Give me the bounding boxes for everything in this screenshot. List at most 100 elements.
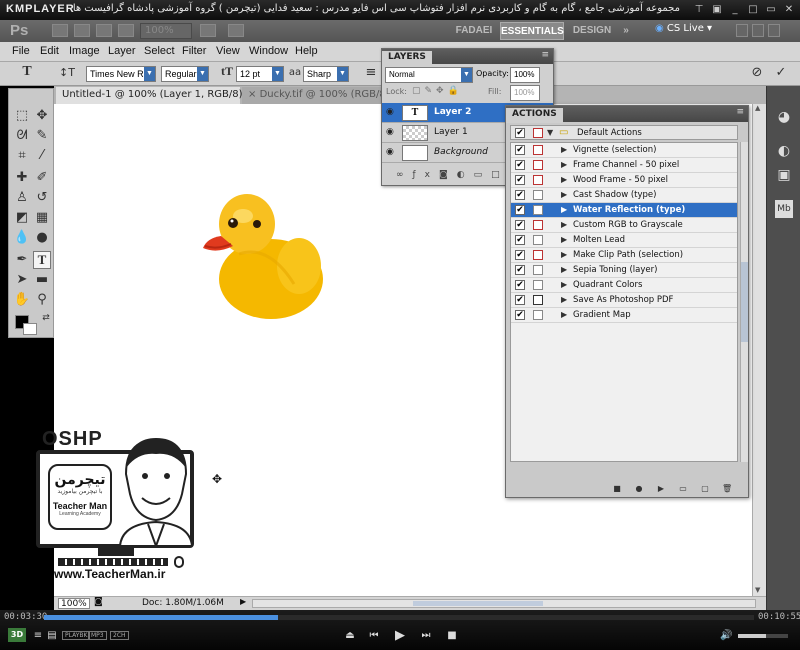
menu-help[interactable]: Help	[295, 45, 318, 57]
pin-icon[interactable]: ⊤	[692, 3, 706, 16]
action-row[interactable]: ✔ ▶ Sepia Toning (layer)	[511, 263, 737, 278]
minibridge-panel-icon[interactable]: Mb	[775, 200, 793, 218]
close-icon[interactable]: ✕	[782, 3, 796, 16]
dialog-toggle-icon[interactable]	[533, 220, 543, 230]
menu-file[interactable]: File	[12, 45, 30, 57]
action-row[interactable]: ✔ ▶ Frame Channel - 50 pixel	[511, 158, 737, 173]
actions-scroll-thumb[interactable]	[741, 262, 748, 342]
dialog-toggle-icon[interactable]	[533, 190, 543, 200]
action-row[interactable]: ✔ ▶ Custom RGB to Grayscale	[511, 218, 737, 233]
eye-icon[interactable]: ◉	[386, 107, 398, 119]
dialog-toggle-icon[interactable]	[533, 128, 543, 138]
tab-untitled-1[interactable]: Untitled-1 @ 100% (Layer 1, RGB/8) * ×	[56, 87, 266, 104]
checkbox-icon[interactable]: ✔	[515, 235, 525, 245]
history-brush-icon[interactable]: ↺	[33, 189, 51, 207]
action-row[interactable]: ✔ ▶ Cast Shadow (type)	[511, 188, 737, 203]
minibridge-icon[interactable]	[74, 24, 90, 37]
dialog-toggle-icon[interactable]	[533, 310, 543, 320]
swap-colors-icon[interactable]: ⇄	[37, 309, 55, 327]
font-size-select[interactable]: 12 pt ▼	[236, 66, 284, 82]
window-option-icon[interactable]: ▣	[710, 3, 724, 16]
checkbox-icon[interactable]: ✔	[515, 160, 525, 170]
type-tool-icon[interactable]: T	[33, 251, 51, 269]
checkbox-icon[interactable]: ✔	[515, 295, 525, 305]
view-extras-icon[interactable]	[96, 24, 112, 37]
layers-tab[interactable]: LAYERS	[382, 51, 432, 66]
action-row[interactable]: ✔ ▶ Save As Photoshop PDF	[511, 293, 737, 308]
action-row[interactable]: ✔ ▶ Quadrant Colors	[511, 278, 737, 293]
checkbox-icon[interactable]: ✔	[515, 265, 525, 275]
menu-edit[interactable]: Edit	[40, 45, 59, 57]
anti-alias-select[interactable]: Sharp ▼	[303, 66, 349, 82]
actions-scrollbar[interactable]	[740, 142, 748, 462]
checkbox-icon[interactable]: ✔	[515, 310, 525, 320]
dialog-toggle-icon[interactable]	[533, 250, 543, 260]
cs-live-menu[interactable]: ◉ CS Live ▾	[655, 23, 712, 34]
chevron-right-icon[interactable]: ▶	[561, 160, 567, 169]
bridge-icon[interactable]	[52, 24, 68, 37]
menu-icon[interactable]: ≡	[32, 630, 44, 642]
dialog-toggle-icon[interactable]	[533, 235, 543, 245]
type-tool-preset-icon[interactable]: T	[18, 64, 36, 82]
chevron-right-icon[interactable]: ▶	[561, 265, 567, 274]
action-row[interactable]: ✔ ▶ Make Clip Path (selection)	[511, 248, 737, 263]
workspace-design[interactable]: DESIGN	[570, 22, 614, 40]
action-row[interactable]: ✔ ▶ Vignette (selection)	[511, 143, 737, 158]
crop-tool-icon[interactable]: ⌗	[13, 147, 31, 165]
font-style-select[interactable]: Regular ▼	[161, 66, 209, 82]
dialog-toggle-icon[interactable]	[533, 280, 543, 290]
minimize-icon[interactable]: _	[728, 3, 742, 16]
checkbox-icon[interactable]: ✔	[515, 205, 525, 215]
checkbox-icon[interactable]: ✔	[515, 220, 525, 230]
chevron-right-icon[interactable]: ▶	[561, 280, 567, 289]
opacity-field[interactable]: 100%	[510, 67, 540, 83]
arrange-documents-icon[interactable]	[200, 24, 216, 37]
dialog-toggle-icon[interactable]	[533, 295, 543, 305]
chevron-right-icon[interactable]: ▶	[561, 190, 567, 199]
shape-tool-icon[interactable]: ▬	[33, 271, 51, 289]
layers-footer-icons[interactable]: ∞ƒx◙◐▭□	[396, 170, 509, 180]
lock-icons[interactable]: ▢✎✥🔒	[412, 86, 463, 96]
ps-minimize-icon[interactable]	[736, 24, 748, 37]
checkbox-icon[interactable]: ✔	[515, 280, 525, 290]
chevron-right-icon[interactable]: ▶	[561, 295, 567, 304]
stop-icon[interactable]: ■	[612, 484, 622, 494]
new-set-icon[interactable]: ▭	[678, 484, 688, 494]
eye-icon[interactable]: ◉	[386, 127, 398, 139]
canvas-horizontal-scrollbar[interactable]	[252, 599, 756, 608]
ps-close-icon[interactable]	[768, 24, 780, 37]
menu-view[interactable]: View	[216, 45, 240, 57]
appbar-zoom-field[interactable]: 100%	[140, 23, 192, 39]
cancel-edit-icon[interactable]: ⊘	[748, 64, 766, 82]
record-icon[interactable]: ●	[634, 484, 644, 494]
canvas-vertical-scrollbar[interactable]: ▲ ▼	[752, 104, 766, 596]
dialog-toggle-icon[interactable]	[533, 205, 543, 215]
checkbox-icon[interactable]: ✔	[515, 190, 525, 200]
action-row[interactable]: ✔ ▶ Molten Lead	[511, 233, 737, 248]
checkbox-icon[interactable]: ✔	[515, 145, 525, 155]
chevron-down-icon[interactable]: ▼	[547, 128, 553, 137]
playlist-icon[interactable]: ▤	[46, 630, 58, 642]
menu-window[interactable]: Window	[249, 45, 288, 57]
dialog-toggle-icon[interactable]	[533, 265, 543, 275]
pen-tool-icon[interactable]: ✒	[13, 251, 31, 269]
gradient-tool-icon[interactable]: ▦	[33, 209, 51, 227]
eject-icon[interactable]: ⏏	[344, 630, 356, 642]
volume-icon[interactable]: 🔊	[720, 630, 732, 642]
actions-tab[interactable]: ACTIONS	[506, 108, 563, 123]
dialog-toggle-icon[interactable]	[533, 160, 543, 170]
text-orientation-icon[interactable]: ↕T	[58, 64, 76, 82]
dialog-toggle-icon[interactable]	[533, 175, 543, 185]
blend-mode-select[interactable]: Normal ▼	[385, 67, 473, 83]
new-action-icon[interactable]: ▢	[700, 484, 710, 494]
chevron-right-icon[interactable]: ▶	[561, 250, 567, 259]
action-row-selected[interactable]: ✔ ▶ Water Reflection (type)	[511, 203, 737, 218]
workspace-fadaei[interactable]: FADAEI	[452, 22, 496, 40]
status-menu-arrow-icon[interactable]: ▶	[240, 597, 246, 606]
checkbox-icon[interactable]: ✔	[515, 250, 525, 260]
delete-icon[interactable]: 🗑	[722, 484, 732, 494]
workspace-essentials[interactable]: ESSENTIALS	[500, 22, 564, 40]
chevron-right-icon[interactable]: ▶	[561, 145, 567, 154]
horizontal-scroll-thumb[interactable]	[413, 601, 543, 606]
masks-panel-icon[interactable]: ▣	[775, 166, 793, 184]
